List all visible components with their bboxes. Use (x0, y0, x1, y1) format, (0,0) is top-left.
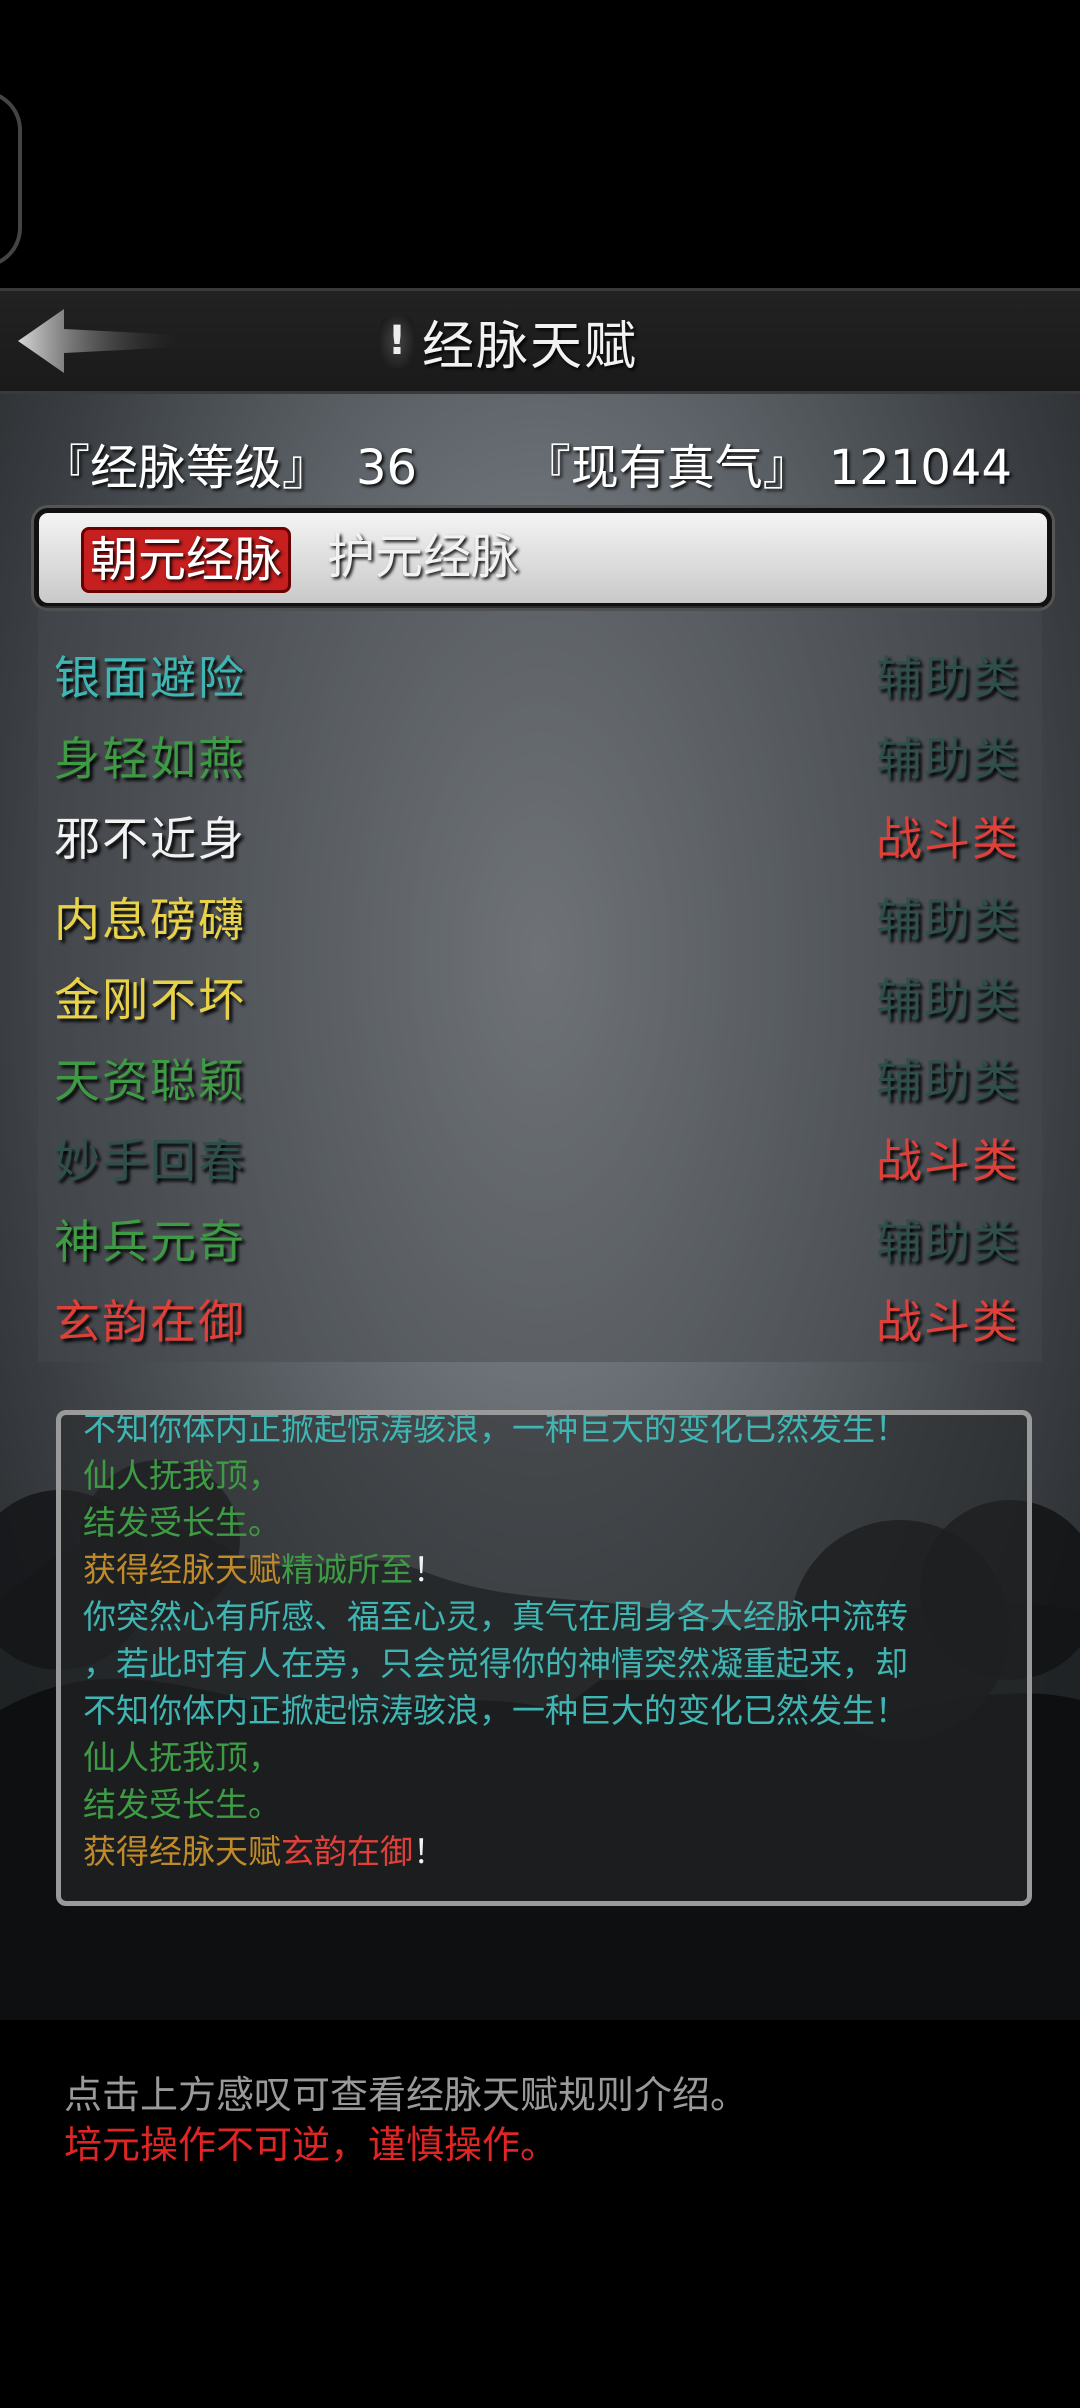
log-line: 获得经脉天赋玄韵在御！ (83, 1832, 446, 1871)
meridian-level-label: 『经脉等级』 (42, 440, 331, 496)
talent-category: 辅助类 (876, 651, 1020, 705)
rules-hint: 点击上方感叹可查看经脉天赋规则介绍。 (64, 2073, 749, 2117)
talent-name: 邪不近身 (54, 812, 246, 866)
talent-category: 战斗类 (876, 1295, 1020, 1349)
talent-name: 金刚不坏 (54, 973, 246, 1027)
talent-name-partial (54, 606, 102, 626)
talent-list[interactable]: 银面避险 辅助类 身轻如燕 辅助类 邪不近身 战斗类 内息磅礴 辅助类 金刚不坏 辅助类 天资聪颖辅… (38, 606, 1042, 1362)
talent-row[interactable]: 天资聪颖 辅助类 (38, 1037, 1042, 1117)
title-bar: ! 经脉天赋 (0, 288, 1080, 394)
talent-name: 神兵元奇 (54, 1214, 246, 1269)
log-line: 仙人抚我顶， (83, 1738, 281, 1777)
talent-name: 银面避险 (54, 651, 246, 705)
talent-row[interactable]: 神兵元奇 辅助类 (38, 1198, 1042, 1278)
current-qi-label: 『现有真气』 (522, 440, 811, 496)
talent-category: 辅助类 (876, 1053, 1020, 1108)
page-title: 经脉天赋 (422, 316, 639, 377)
irreversible-warning: 培元操作不可逆，谨慎操作。 (64, 2123, 559, 2167)
talent-category: 辅助类 (876, 973, 1020, 1027)
log-line: 仙人抚我顶， (83, 1456, 281, 1495)
log-line: 获得经脉天赋精诚所至！ (83, 1550, 446, 1589)
log-line: ，若此时有人在旁，只会觉得你的神情突然凝重起来，却 (83, 1644, 908, 1683)
meridian-level-value: 36 (356, 440, 418, 496)
talent-name: 天资聪颖 (54, 1053, 246, 1108)
talent-category: 战斗类 (876, 812, 1020, 866)
talent-name: 玄韵在御 (54, 1295, 246, 1349)
talent-name: 妙手回春 (54, 1134, 246, 1188)
back-button[interactable] (14, 305, 184, 377)
talent-category: 辅助类 (876, 731, 1020, 786)
log-line: 结发受长生。 (83, 1503, 281, 1542)
log-line: 不知你体内正掀起惊涛骇浪，一种巨大的变化已然发生！ (83, 1410, 908, 1448)
tab-huyuan-meridian[interactable]: 护元经脉 (321, 527, 525, 587)
log-line: 不知你体内正掀起惊涛骇浪，一种巨大的变化已然发生！ (83, 1691, 908, 1730)
talent-row[interactable]: 银面避险 辅助类 (38, 634, 1042, 714)
message-log[interactable]: 不知你体内正掀起惊涛骇浪，一种巨大的变化已然发生！ 仙人抚我顶， 结发受长生。 … (56, 1410, 1032, 1906)
talent-name: 内息磅礴 (54, 892, 246, 947)
back-arrow-icon (18, 309, 180, 373)
talent-name: 身轻如燕 (54, 731, 246, 786)
talent-row[interactable]: 妙手回春 战斗类 (38, 1117, 1042, 1197)
log-line: 结发受长生。 (83, 1785, 281, 1824)
log-line: 你突然心有所感、福至心灵，真气在周身各大经脉中流转 (83, 1597, 908, 1636)
talent-row[interactable]: 身轻如燕 辅助类 (38, 715, 1042, 795)
talent-row[interactable]: 金刚不坏 辅助类 (38, 956, 1042, 1036)
info-icon[interactable]: ! (380, 314, 414, 368)
talent-row[interactable]: 内息磅礴 辅助类 (38, 876, 1042, 956)
talent-row[interactable]: 玄韵在御 战斗类 (38, 1278, 1042, 1358)
stats-bar: 『经脉等级』 36 『现有真气』 121044 (0, 412, 1080, 502)
talent-category: 战斗类 (876, 1134, 1020, 1188)
current-qi-value: 121044 (828, 440, 1012, 496)
window-frame-edge (0, 90, 22, 268)
talent-category: 辅助类 (876, 1214, 1020, 1269)
meridian-level: 『经脉等级』 36 (42, 428, 417, 498)
talent-row[interactable]: 邪不近身 战斗类 (38, 795, 1042, 875)
meridian-tabs: 朝元经脉 护元经脉 (34, 508, 1052, 608)
current-qi: 『现有真气』 121044 (523, 428, 1012, 498)
talent-category: 辅助类 (876, 892, 1020, 947)
tab-chaoyuan-meridian[interactable]: 朝元经脉 (81, 527, 292, 593)
footer-notes: 点击上方感叹可查看经脉天赋规则介绍。 培元操作不可逆，谨慎操作。 (64, 2070, 1044, 2170)
